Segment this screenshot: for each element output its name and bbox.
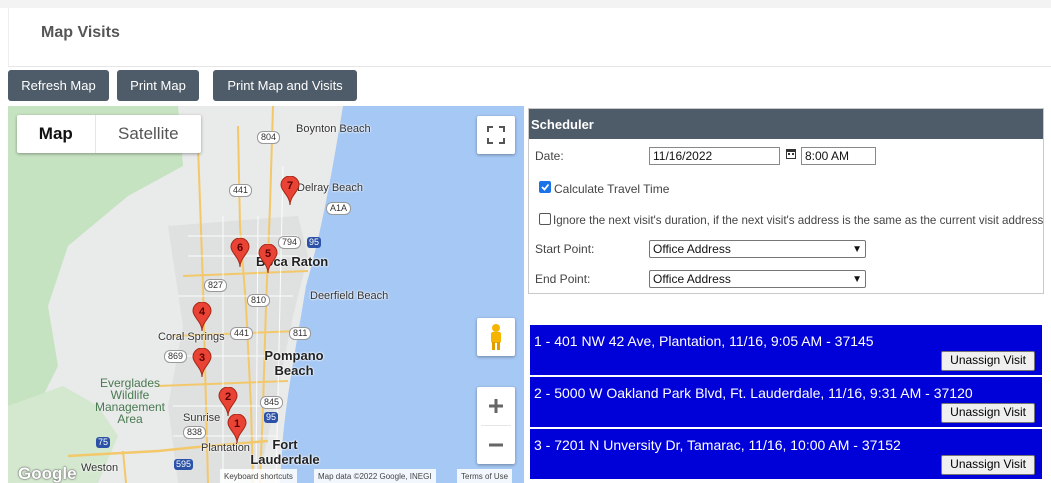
calendar-icon[interactable] — [786, 148, 796, 159]
visit-text: 3 - 7201 N Unversity Dr, Tamarac, 11/16,… — [534, 437, 901, 453]
calc-travel-checkbox[interactable] — [539, 181, 551, 193]
time-input[interactable]: 8:00 AM — [801, 147, 876, 165]
map-marker-label: 4 — [198, 306, 206, 318]
unassign-visit-button[interactable]: Unassign Visit — [941, 455, 1035, 475]
map-marker-3[interactable]: 3 — [192, 347, 212, 378]
interstate-shield: 95 — [264, 412, 279, 423]
place-label-coral: Coral Springs — [158, 331, 225, 343]
end-point-label: End Point: — [535, 272, 591, 286]
visit-text: 2 - 5000 W Oakland Park Blvd, Ft. Lauder… — [534, 385, 973, 401]
map-data-attribution: Map data ©2022 Google, INEGI — [314, 469, 436, 483]
map-type-map-button[interactable]: Map — [17, 115, 96, 153]
road-shield: 794 — [278, 236, 302, 249]
plus-icon — [489, 399, 503, 413]
map-marker-label: 1 — [233, 418, 241, 430]
road-shield: 838 — [183, 426, 207, 439]
print-map-button[interactable]: Print Map — [117, 70, 199, 101]
place-label-sunrise: Sunrise — [183, 412, 221, 424]
visit-text: 1 - 401 NW 42 Ave, Plantation, 11/16, 9:… — [534, 333, 874, 349]
refresh-map-button[interactable]: Refresh Map — [8, 70, 109, 101]
place-label-delray: Delray Beach — [297, 182, 364, 194]
road-shield: 845 — [260, 396, 284, 409]
map-type-control: Map Satellite — [17, 115, 201, 153]
page-header: Map Visits — [8, 8, 1051, 67]
interstate-shield: 95 — [307, 237, 322, 248]
road-shield: 827 — [204, 279, 228, 292]
fullscreen-button[interactable] — [477, 116, 515, 154]
start-point-select[interactable]: Office Address ▼ — [649, 240, 866, 258]
unassign-visit-button[interactable]: Unassign Visit — [941, 403, 1035, 423]
map-type-satellite-button[interactable]: Satellite — [96, 115, 201, 153]
map-marker-1[interactable]: 1 — [227, 413, 247, 444]
interstate-shield: 75 — [96, 437, 111, 448]
checkmark-icon — [541, 183, 550, 191]
map-marker-5[interactable]: 5 — [258, 243, 278, 274]
terms-of-use-link[interactable]: Terms of Use — [457, 469, 513, 483]
unassign-visit-button[interactable]: Unassign Visit — [941, 351, 1035, 371]
scheduler-panel: Scheduler Date: 11/16/2022 8:00 AM Calcu… — [528, 108, 1044, 294]
road-shield: 441 — [229, 184, 253, 197]
map-marker-label: 2 — [224, 391, 232, 403]
start-point-label: Start Point: — [535, 242, 595, 256]
map-marker-label: 7 — [286, 180, 294, 192]
map-marker-label: 5 — [264, 248, 272, 260]
zoom-in-button[interactable] — [477, 387, 515, 425]
map-canvas[interactable]: Map Satellite 804 441 A1A 794 95 827 810… — [8, 106, 524, 483]
start-point-value: Office Address — [653, 242, 731, 256]
date-input[interactable]: 11/16/2022 — [649, 147, 780, 165]
chevron-down-icon: ▼ — [852, 244, 862, 255]
visit-item[interactable]: 2 - 5000 W Oakland Park Blvd, Ft. Lauder… — [530, 377, 1042, 427]
ignore-duration-label: Ignore the next visit's duration, if the… — [553, 214, 1044, 227]
end-point-select[interactable]: Office Address ▼ — [649, 270, 866, 288]
print-map-and-visits-button[interactable]: Print Map and Visits — [213, 70, 357, 101]
road-shield: 811 — [289, 327, 312, 340]
map-marker-7[interactable]: 7 — [280, 175, 300, 206]
place-label-deerfield: Deerfield Beach — [310, 290, 389, 302]
visit-item[interactable]: 3 - 7201 N Unversity Dr, Tamarac, 11/16,… — [530, 429, 1042, 479]
road-shield: 441 — [230, 327, 254, 340]
google-logo: Google — [18, 464, 77, 483]
map-marker-6[interactable]: 6 — [230, 237, 250, 268]
road-shield: 810 — [247, 294, 271, 307]
minus-icon — [489, 443, 503, 447]
top-strip — [0, 0, 1051, 8]
end-point-value: Office Address — [653, 272, 731, 286]
interstate-shield: 595 — [174, 459, 194, 470]
fullscreen-icon — [487, 126, 505, 144]
map-marker-label: 3 — [198, 352, 206, 364]
page-title: Map Visits — [41, 24, 120, 41]
keyboard-shortcuts-link[interactable]: Keyboard shortcuts — [220, 469, 297, 483]
street-view-pegman-button[interactable] — [477, 318, 515, 356]
calc-travel-label: Calculate Travel Time — [554, 182, 670, 196]
place-label-everglades: Everglades Wildlife Management Area — [94, 376, 166, 426]
visit-item[interactable]: 1 - 401 NW 42 Ave, Plantation, 11/16, 9:… — [530, 325, 1042, 375]
zoom-control — [477, 387, 515, 464]
scheduler-title: Scheduler — [529, 109, 1043, 139]
chevron-down-icon: ▼ — [852, 274, 862, 285]
map-marker-label: 6 — [236, 242, 244, 254]
date-label: Date: — [535, 149, 564, 163]
place-label-boynton: Boynton Beach — [296, 123, 371, 135]
map-marker-4[interactable]: 4 — [192, 301, 212, 332]
pegman-icon — [491, 324, 501, 350]
road-shield: A1A — [326, 202, 352, 215]
place-label-weston: Weston — [81, 462, 119, 474]
map-marker-2[interactable]: 2 — [218, 386, 238, 417]
zoom-out-button[interactable] — [477, 426, 515, 464]
road-shield: 804 — [257, 131, 281, 144]
road-shield: 869 — [164, 350, 188, 363]
place-label-pompano: Pompano Beach — [264, 348, 324, 378]
place-label-fort-lauderdale: Fort Lauderdale — [250, 437, 320, 467]
ignore-duration-checkbox[interactable] — [539, 213, 551, 225]
